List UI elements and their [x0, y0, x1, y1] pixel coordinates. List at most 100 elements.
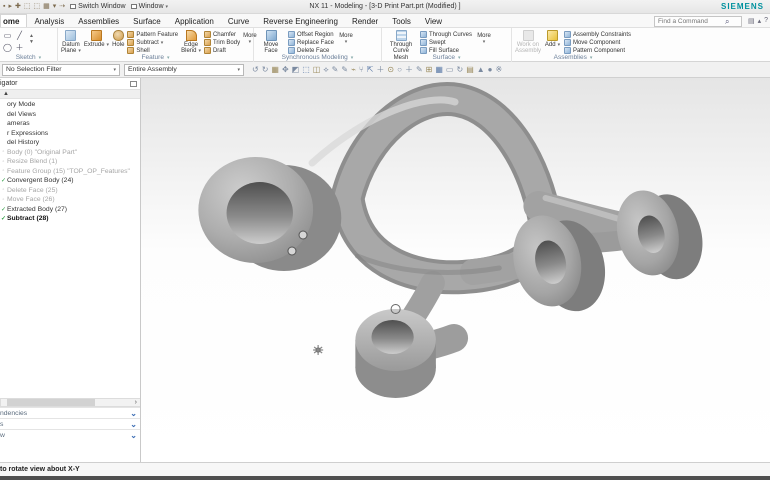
section-preview[interactable]: w ⌄	[0, 429, 141, 440]
utility-icon[interactable]: ↺	[252, 66, 259, 74]
utility-icon[interactable]: ⬚	[302, 66, 310, 74]
utility-icon[interactable]: ▲	[477, 66, 485, 74]
window-menu-button[interactable]: Window ▾	[131, 3, 168, 10]
chevron-up-icon[interactable]: ▴	[758, 17, 762, 25]
move-face-button[interactable]: Move Face	[257, 29, 285, 55]
assembly-command-row[interactable]: Assembly Constraints	[564, 31, 631, 38]
ribbon-minimize-icon[interactable]: ▤	[748, 17, 755, 25]
utility-icon[interactable]: ▦	[435, 66, 443, 74]
feature-command-row[interactable]: Pattern Feature	[127, 31, 178, 38]
quick-access-icon[interactable]: ⬚	[24, 3, 31, 10]
utility-icon[interactable]: ◩	[292, 66, 300, 74]
tree-item-icon[interactable]: ◦	[0, 168, 7, 174]
edge-blend-button[interactable]: Edge Blend	[181, 29, 201, 55]
sketch-tool-icon[interactable]: ◯	[3, 43, 12, 52]
tab-render[interactable]: Render	[345, 15, 385, 27]
sync-more-button[interactable]: More▾	[337, 29, 355, 45]
sketch-tool-icon[interactable]: ╱	[15, 31, 24, 40]
utility-icon[interactable]: ▦	[271, 66, 279, 74]
tab-assemblies[interactable]: Assemblies	[71, 15, 126, 27]
group-label-sketch[interactable]: Sketch	[0, 53, 57, 62]
group-label-feature[interactable]: Feature	[58, 53, 253, 62]
utility-icon[interactable]: ✎	[416, 66, 423, 74]
extrude-button[interactable]: Extrude	[84, 29, 109, 48]
tree-item-history-mode[interactable]: ory Mode	[0, 100, 140, 110]
tab-application[interactable]: Application	[168, 15, 221, 27]
tree-item-icon[interactable]: ✓	[0, 206, 7, 213]
tree-item-icon[interactable]: ◦	[0, 159, 7, 165]
surface-more-button[interactable]: More▾	[475, 29, 493, 45]
tree-item-body-0[interactable]: ◦ Body (0) "Original Part"	[0, 148, 140, 158]
utility-icon[interactable]: ⑂	[359, 66, 364, 74]
3d-part-model[interactable]	[141, 78, 770, 462]
find-command-box[interactable]: ⌕	[654, 16, 742, 27]
horizontal-scrollbar[interactable]: ›	[0, 398, 141, 407]
utility-icon[interactable]: ○	[397, 66, 402, 74]
tree-item-icon[interactable]: ◦	[0, 197, 7, 203]
switch-window-button[interactable]: Switch Window	[70, 3, 125, 10]
utility-icon[interactable]: ✎	[332, 66, 339, 74]
tree-column-header[interactable]: ▲	[0, 90, 140, 99]
utility-icon[interactable]: ▤	[466, 66, 474, 74]
find-command-input[interactable]	[655, 18, 725, 25]
quick-access-icon[interactable]: ▪	[3, 3, 5, 10]
tree-item-model-history[interactable]: del History	[0, 138, 140, 148]
group-label-assemblies[interactable]: Assemblies	[512, 53, 634, 62]
panel-window-icon[interactable]	[130, 81, 137, 87]
tree-item-user-expressions[interactable]: r Expressions	[0, 129, 140, 139]
selection-filter-dropdown[interactable]: No Selection Filter ▾	[2, 64, 120, 76]
tab-reverse-engineering[interactable]: Reverse Engineering	[256, 15, 345, 27]
quick-access-icon[interactable]: ⇢	[59, 3, 65, 10]
tab-surface[interactable]: Surface	[126, 15, 168, 27]
sketch-tool-icon[interactable]: ＋	[15, 43, 24, 52]
utility-icon[interactable]: ✎	[341, 66, 348, 74]
tab-curve[interactable]: Curve	[221, 15, 256, 27]
group-label-surface[interactable]: Surface	[382, 53, 511, 62]
utility-icon[interactable]: ＋	[376, 66, 384, 74]
tree-item-move-face-26[interactable]: ◦ Move Face (26)	[0, 195, 140, 205]
utility-icon[interactable]: ⇱	[367, 66, 374, 74]
tree-item-model-views[interactable]: del Views	[0, 110, 140, 120]
utility-icon[interactable]: ▭	[446, 66, 454, 74]
tab-analysis[interactable]: Analysis	[27, 15, 71, 27]
sync-command-row[interactable]: Replace Face	[288, 39, 334, 46]
tree-item-icon[interactable]: ✓	[0, 177, 7, 184]
scrollbar-thumb[interactable]	[7, 399, 95, 406]
scroll-right-arrow[interactable]: ›	[132, 399, 140, 406]
quick-access-icon[interactable]: ✚	[15, 3, 21, 10]
tree-item-extracted-body-27[interactable]: ✓ Extracted Body (27)	[0, 205, 140, 215]
feature-command-row[interactable]: Chamfer	[204, 31, 240, 38]
section-dependencies[interactable]: ndencies ⌄	[0, 407, 141, 418]
tree-item-cameras[interactable]: ameras	[0, 119, 140, 129]
utility-icon[interactable]: ●	[488, 66, 493, 74]
tree-item-icon[interactable]: ✓	[0, 215, 7, 222]
graphics-viewport[interactable]	[141, 78, 770, 462]
section-details[interactable]: s ⌄	[0, 418, 141, 429]
tree-item-resize-blend-1[interactable]: ◦ Resize Blend (1)	[0, 157, 140, 167]
surface-command-row[interactable]: Through Curves	[420, 31, 472, 38]
utility-icon[interactable]: ↻	[456, 66, 463, 74]
tab-home[interactable]: ome	[0, 14, 27, 27]
add-component-button[interactable]: Add	[544, 29, 561, 48]
tree-item-delete-face-25[interactable]: ◦ Delete Face (25)	[0, 186, 140, 196]
utility-icon[interactable]: ◫	[313, 66, 321, 74]
tree-item-icon[interactable]: ◦	[0, 149, 7, 155]
tree-item-convergent-body-24[interactable]: ✓ Convergent Body (24)	[0, 176, 140, 186]
help-icon[interactable]: ?	[764, 17, 768, 25]
selection-scope-dropdown[interactable]: Entire Assembly ▾	[124, 64, 244, 76]
surface-command-row[interactable]: Swept	[420, 39, 472, 46]
tree-item-subtract-28[interactable]: ✓ Subtract (28)	[0, 214, 140, 224]
tab-view[interactable]: View	[418, 15, 449, 27]
sync-command-row[interactable]: Offset Region	[288, 31, 334, 38]
utility-icon[interactable]: ⌁	[351, 66, 356, 74]
utility-icon[interactable]: ⟡	[323, 66, 328, 74]
dynamic-csys-icon[interactable]	[313, 345, 323, 355]
tree-item-icon[interactable]: ◦	[0, 187, 7, 193]
quick-access-icon[interactable]: ▦	[43, 3, 50, 10]
datum-plane-button[interactable]: Datum Plane	[61, 29, 81, 55]
feature-command-row[interactable]: Subtract	[127, 39, 178, 46]
hole-button[interactable]: Hole	[112, 29, 124, 48]
utility-icon[interactable]: ＋	[405, 66, 413, 74]
utility-icon[interactable]: ⊞	[426, 66, 433, 74]
quick-access-icon[interactable]: ⬚	[34, 3, 41, 10]
